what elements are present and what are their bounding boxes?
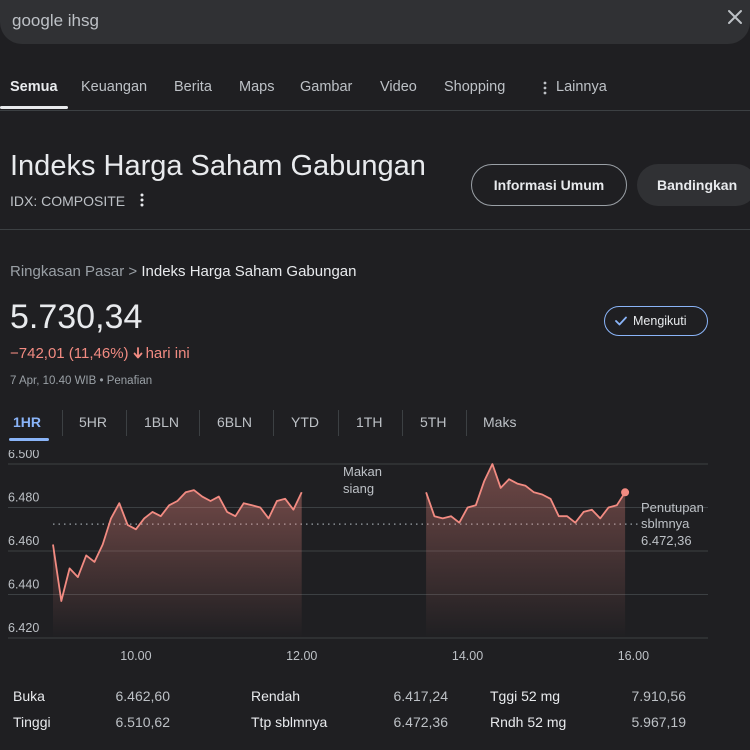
- tab-keuangan[interactable]: Keuangan: [81, 79, 147, 95]
- stat-label-high: Tinggi: [13, 714, 51, 730]
- y-tick-label: 6.420: [8, 621, 39, 635]
- follow-button-label: Mengikuti: [633, 314, 687, 328]
- follow-button[interactable]: Mengikuti: [604, 306, 708, 336]
- x-tick-label: 12.00: [286, 649, 317, 663]
- compare-button[interactable]: Bandingkan: [637, 164, 750, 206]
- stat-label-prev-close: Ttp sblmnya: [251, 714, 328, 730]
- check-icon: [615, 316, 627, 326]
- tab-video[interactable]: Video: [380, 79, 417, 95]
- tab-gambar[interactable]: Gambar: [300, 79, 352, 95]
- info-button[interactable]: Informasi Umum: [471, 164, 627, 206]
- price-change: −742,01 (11,46%) hari ini: [10, 345, 190, 362]
- stat-label-52w-low: Rndh 52 mg: [490, 714, 567, 730]
- tab-berita[interactable]: Berita: [174, 79, 212, 95]
- arrow-down-icon: [133, 347, 142, 359]
- breadcrumb-current: Indeks Harga Saham Gabungan: [141, 263, 357, 280]
- lunch-break-label: siang: [343, 481, 374, 496]
- y-tick-label: 6.460: [8, 534, 39, 548]
- tab-semua[interactable]: Semua: [10, 79, 58, 95]
- stat-label-52w-high: Tggi 52 mg: [490, 688, 561, 704]
- timestamp-disclaimer[interactable]: 7 Apr, 10.40 WIB • Penafian: [10, 375, 152, 387]
- search-bar: [0, 0, 750, 44]
- breadcrumb-market-summary[interactable]: Ringkasan Pasar: [10, 263, 124, 280]
- range-tab-ytd[interactable]: YTD: [291, 414, 319, 430]
- range-separator: [338, 410, 339, 436]
- range-tab-6bln[interactable]: 6BLN: [217, 414, 252, 430]
- ticker-label: IDX: COMPOSITE: [10, 193, 126, 209]
- range-separator: [273, 410, 274, 436]
- tab-lainnya[interactable]: Lainnya: [556, 79, 607, 95]
- range-separator: [402, 410, 403, 436]
- stat-value-open: 6.462,60: [115, 688, 171, 704]
- more-options-icon[interactable]: [139, 192, 145, 208]
- x-tick-label: 14.00: [452, 649, 483, 663]
- range-separator: [126, 410, 127, 436]
- stat-label-open: Buka: [13, 688, 45, 704]
- range-tabs: 1HR 5HR 1BLN 6BLN YTD 1TH 5TH Maks: [0, 410, 750, 441]
- tab-maps[interactable]: Maps: [239, 79, 274, 95]
- search-results-page: Semua Keuangan Berita Maps Gambar Video …: [0, 0, 750, 750]
- x-tick-label: 16.00: [618, 649, 649, 663]
- range-tab-1bln[interactable]: 1BLN: [144, 414, 179, 430]
- close-icon[interactable]: [724, 6, 746, 28]
- y-tick-label: 6.480: [8, 491, 39, 505]
- range-separator: [466, 410, 467, 436]
- active-range-indicator: [9, 438, 49, 441]
- lunch-break-label: Makan: [343, 464, 382, 479]
- range-separator: [199, 410, 200, 436]
- stat-value-low: 6.417,24: [393, 688, 449, 704]
- stats-table: Buka 6.462,60 Tinggi 6.510,62 Rendah 6.4…: [0, 684, 750, 744]
- divider: [0, 229, 750, 230]
- tab-shopping[interactable]: Shopping: [444, 79, 505, 95]
- range-tab-5th[interactable]: 5TH: [420, 414, 446, 430]
- y-tick-label: 6.440: [8, 578, 39, 592]
- current-price: 5.730,34: [10, 298, 143, 336]
- stat-label-low: Rendah: [251, 688, 301, 704]
- search-tabs: Semua Keuangan Berita Maps Gambar Video …: [0, 74, 750, 111]
- range-tab-1th[interactable]: 1TH: [356, 414, 382, 430]
- price-change-value: −742,01 (11,46%): [10, 345, 129, 362]
- prev-close-label: Penutupan: [641, 500, 704, 515]
- last-point-marker: [621, 488, 630, 497]
- series-area: [426, 464, 626, 638]
- stat-value-52w-high: 7.910,56: [631, 688, 687, 704]
- more-vert-icon: [543, 81, 547, 95]
- range-separator: [62, 410, 63, 436]
- price-change-suffix: hari ini: [145, 345, 190, 362]
- search-input[interactable]: [10, 8, 694, 34]
- active-tab-indicator: [0, 106, 68, 109]
- price-chart[interactable]: 6.500 6.480 6.460 6.440 6.420 10.00 12.00 14.00…: [0, 450, 750, 670]
- stat-value-high: 6.510,62: [115, 714, 171, 730]
- prev-close-label: sblmnya: [641, 516, 690, 531]
- prev-close-value: 6.472,36: [641, 533, 692, 548]
- breadcrumb: Ringkasan Pasar > Indeks Harga Saham Gab…: [10, 263, 357, 280]
- x-tick-label: 10.00: [120, 649, 151, 663]
- range-tab-5hr[interactable]: 5HR: [79, 414, 107, 430]
- stat-value-prev-close: 6.472,36: [393, 714, 449, 730]
- range-tab-maks[interactable]: Maks: [483, 414, 516, 430]
- page-title: Indeks Harga Saham Gabungan: [10, 150, 426, 182]
- breadcrumb-separator: >: [128, 263, 138, 280]
- y-tick-label: 6.500: [8, 450, 39, 461]
- stat-value-52w-low: 5.967,19: [631, 714, 687, 730]
- range-tab-1hr[interactable]: 1HR: [13, 414, 41, 430]
